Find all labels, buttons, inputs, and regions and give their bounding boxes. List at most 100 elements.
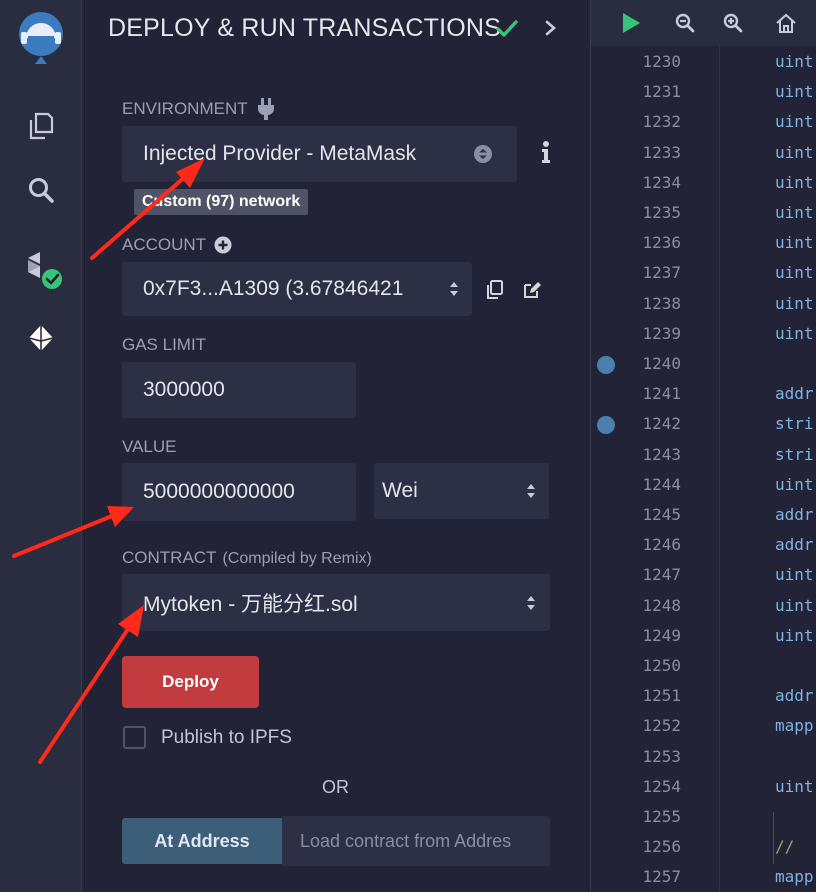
deploy-button[interactable]: Deploy <box>122 656 259 708</box>
gas-limit-input[interactable]: 3000000 <box>122 362 356 418</box>
contract-select[interactable]: Mytoken - 万能分红.sol <box>122 574 550 631</box>
publish-ipfs-label: Publish to IPFS <box>161 727 292 749</box>
contract-value: Mytoken - 万能分红.sol <box>143 588 358 618</box>
line-number: 1232 <box>625 112 681 131</box>
account-value: 0x7F3...A1309 (3.67846421 <box>143 277 403 301</box>
search-icon[interactable] <box>0 172 82 208</box>
value-input[interactable]: 5000000000000 <box>122 463 356 521</box>
deploy-run-panel: DEPLOY & RUN TRANSACTIONS ENVIRONMENT In… <box>82 0 590 892</box>
load-contract-address-input[interactable] <box>282 816 550 866</box>
zoom-in-icon[interactable] <box>723 13 743 33</box>
line-number: 1251 <box>625 686 681 705</box>
at-address-button[interactable]: At Address <box>122 818 282 864</box>
remix-logo-icon[interactable] <box>0 8 82 68</box>
line-number: 1239 <box>625 324 681 343</box>
panel-title: DEPLOY & RUN TRANSACTIONS <box>108 14 501 43</box>
code-line: uint <box>775 203 814 222</box>
environment-select[interactable]: Injected Provider - MetaMask <box>122 126 517 182</box>
run-icon[interactable] <box>621 12 641 34</box>
code-line: addr <box>775 384 814 403</box>
line-number: 1243 <box>625 445 681 464</box>
chevron-right-icon[interactable] <box>544 18 558 38</box>
edit-icon[interactable] <box>522 280 542 300</box>
line-number: 1249 <box>625 626 681 645</box>
line-number: 1257 <box>625 867 681 886</box>
editor-toolbar <box>591 0 816 46</box>
code-line: uint <box>775 143 814 162</box>
breakpoint-marker[interactable] <box>597 416 615 434</box>
code-line: uint <box>775 82 814 101</box>
code-line: mapp <box>775 716 814 735</box>
line-number: 1244 <box>625 475 681 494</box>
value-amount: 5000000000000 <box>143 480 295 504</box>
code-line: uint <box>775 777 814 796</box>
code-line: uint <box>775 233 814 252</box>
file-explorer-icon[interactable] <box>0 108 82 144</box>
code-line: uint <box>775 475 814 494</box>
line-number: 1246 <box>625 535 681 554</box>
select-arrows-icon <box>449 280 459 298</box>
line-number: 1231 <box>625 82 681 101</box>
solidity-compiler-icon[interactable] <box>0 248 82 292</box>
value-label: VALUE <box>122 437 177 457</box>
code-line: stri <box>775 445 814 464</box>
code-line: uint <box>775 294 814 313</box>
gutter-divider <box>719 46 720 892</box>
deploy-run-icon[interactable] <box>0 320 82 356</box>
copy-icon[interactable] <box>486 280 504 300</box>
line-number: 1247 <box>625 565 681 584</box>
code-line: addr <box>775 505 814 524</box>
gas-limit-label: GAS LIMIT <box>122 335 206 355</box>
line-number: 1254 <box>625 777 681 796</box>
gas-limit-value: 3000000 <box>143 378 225 402</box>
code-line: uint <box>775 52 814 71</box>
code-line: // <box>775 837 794 856</box>
publish-ipfs-checkbox[interactable] <box>123 726 146 749</box>
code-line: uint <box>775 173 814 192</box>
environment-label-text: ENVIRONMENT <box>122 99 248 119</box>
value-unit: Wei <box>382 479 418 503</box>
contract-label: CONTRACT (Compiled by Remix) <box>122 548 372 568</box>
select-arrows-icon <box>526 594 536 612</box>
code-line: mapp <box>775 867 814 886</box>
breakpoint-marker[interactable] <box>597 356 615 374</box>
line-number: 1233 <box>625 143 681 162</box>
line-number: 1248 <box>625 596 681 615</box>
zoom-out-icon[interactable] <box>675 13 695 33</box>
network-tag: Custom (97) network <box>134 189 308 215</box>
account-label-text: ACCOUNT <box>122 235 206 255</box>
contract-label-text: CONTRACT <box>122 548 216 568</box>
line-number: 1241 <box>625 384 681 403</box>
line-number: 1230 <box>625 52 681 71</box>
value-unit-select[interactable]: Wei <box>374 463 549 519</box>
line-number: 1234 <box>625 173 681 192</box>
select-arrows-icon <box>473 144 493 164</box>
code-editor: 1230123112321233123412351236123712381239… <box>590 0 816 892</box>
home-icon[interactable] <box>775 12 797 34</box>
environment-label: ENVIRONMENT <box>122 98 276 120</box>
code-line: uint <box>775 263 814 282</box>
account-label: ACCOUNT <box>122 235 232 255</box>
code-line: stri <box>775 414 814 433</box>
plus-circle-icon[interactable] <box>214 236 232 254</box>
line-number: 1252 <box>625 716 681 735</box>
line-number: 1240 <box>625 354 681 373</box>
plug-icon <box>256 98 276 120</box>
line-number: 1236 <box>625 233 681 252</box>
line-number: 1250 <box>625 656 681 675</box>
info-icon[interactable] <box>540 140 552 164</box>
line-number: 1235 <box>625 203 681 222</box>
code-line: uint <box>775 565 814 584</box>
select-arrows-icon <box>526 482 536 500</box>
code-line: uint <box>775 324 814 343</box>
icon-rail <box>0 0 82 892</box>
contract-sublabel: (Compiled by Remix) <box>222 550 371 568</box>
account-select[interactable]: 0x7F3...A1309 (3.67846421 <box>122 262 472 316</box>
line-number-gutter: 1230123112321233123412351236123712381239… <box>591 46 719 892</box>
code-line: uint <box>775 112 814 131</box>
code-line: uint <box>775 596 814 615</box>
environment-value: Injected Provider - MetaMask <box>143 142 416 166</box>
line-number: 1253 <box>625 747 681 766</box>
or-divider-label: OR <box>322 777 349 798</box>
line-number: 1255 <box>625 807 681 826</box>
